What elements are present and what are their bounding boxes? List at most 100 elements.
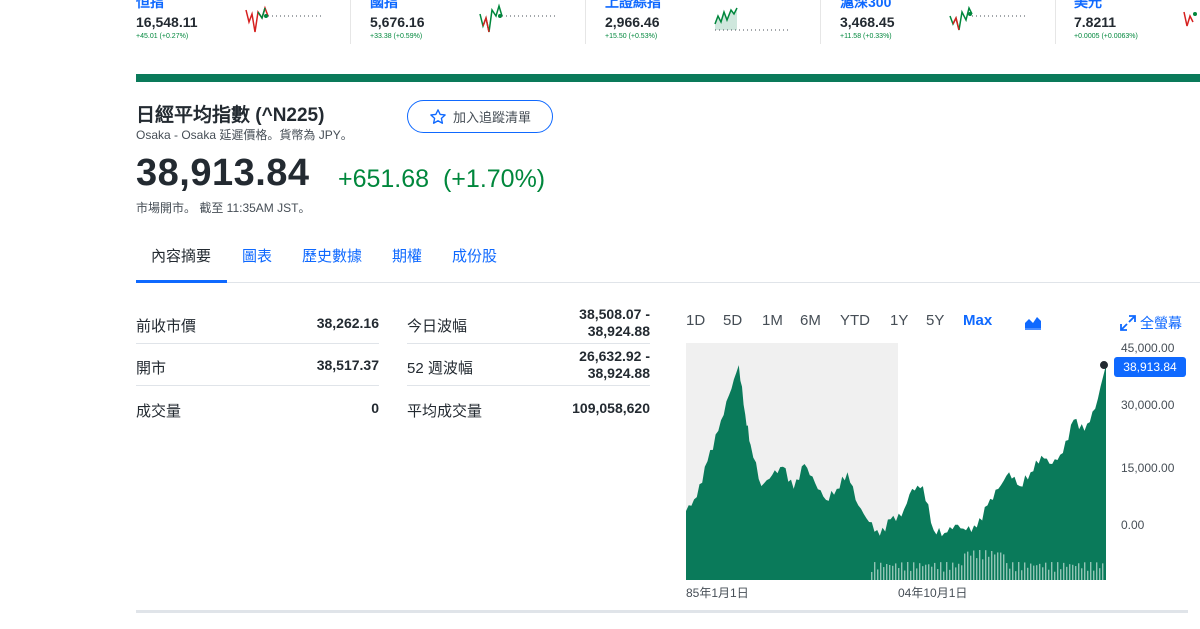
volume-bar [946,562,948,580]
range-6m[interactable]: 6M [800,312,821,329]
volume-bar [904,570,906,580]
volume-bar [1087,570,1089,580]
stat-row: 平均成交量 109,058,620 [407,386,650,428]
stat-value-line: 38,924.88 [587,365,650,381]
volume-bar [916,568,918,580]
volume-bar [889,565,891,580]
quote-subtitle: Osaka - Osaka 延遲價格。貨幣為 JPY。 [136,128,353,142]
stat-value-line: 26,632.92 - [579,348,650,364]
ticker-name[interactable]: 美元 [1074,0,1102,12]
volume-bar [1006,563,1008,580]
volume-bar [1075,566,1077,580]
tab-summary[interactable]: 內容摘要 [151,245,211,266]
volume-bar [907,562,909,580]
volume-bar [892,565,894,580]
volume-bar [1021,570,1023,580]
watchlist-label: 加入追蹤清單 [452,110,531,125]
ticker-separator [820,0,821,44]
volume-bar [1090,562,1092,580]
volume-bar [1072,564,1074,580]
ticker-sparkline [714,7,791,31]
stat-row: 前收市價 38,262.16 [136,302,379,344]
volume-bar [1096,562,1098,580]
volume-bar [871,572,873,580]
ticker-price: 3,468.45 [840,14,895,30]
ticker-csi300[interactable]: 滬深300 3,468.45 +11.58 (+0.33%) [840,0,1040,40]
range-1d[interactable]: 1D [686,312,705,329]
ticker-name[interactable]: 滬深300 [840,0,891,12]
ticker-price: 5,676.16 [370,14,425,30]
volume-bar [943,571,945,580]
volume-bar [1042,567,1044,580]
stat-row: 開市 38,517.37 [136,344,379,386]
ticker-sse[interactable]: 上證綜指 2,966.46 +15.50 (+0.53%) [605,0,805,40]
volume-bar [1051,562,1053,580]
chart-type-icon[interactable] [1024,314,1042,330]
stat-row: 52 週波幅 26,632.92 - 38,924.88 [407,344,650,386]
volume-bar [973,550,975,580]
volume-bar [898,568,900,580]
volume-bar [1039,563,1041,580]
volume-bar [982,559,984,580]
range-1m[interactable]: 1M [762,312,783,329]
range-max[interactable]: Max [963,312,992,329]
volume-bar [928,564,930,580]
stat-value: 26,632.92 - 38,924.88 [579,348,650,382]
fullscreen-button[interactable]: 全螢幕 [1120,313,1182,333]
range-5d[interactable]: 5D [723,312,742,329]
ticker-name[interactable]: 上證綜指 [605,0,661,12]
volume-bar [979,550,981,580]
ticker-hsi[interactable]: 恒指 16,548.11 +45.01 (+0.27%) [136,0,336,40]
stat-value: 38,517.37 [316,357,379,373]
ticker-price: 2,966.46 [605,14,660,30]
price-chart[interactable] [686,340,1110,582]
volume-bar [1078,563,1080,580]
volume-bar [1048,569,1050,580]
volume-bar [1027,567,1029,580]
stat-value: 38,262.16 [316,315,379,331]
volume-bar [976,558,978,580]
volume-bar [1060,569,1062,580]
volume-bar [1093,570,1095,580]
volume-bar [919,563,921,580]
star-icon [430,108,446,124]
ticker-price: 16,548.11 [136,14,198,30]
tab-historical-data[interactable]: 歷史數據 [302,245,362,266]
volume-bar [991,551,993,580]
volume-bar [988,556,990,580]
volume-bar [1057,562,1059,580]
add-to-watchlist-button[interactable]: 加入追蹤清單 [407,100,553,133]
tab-chart[interactable]: 圖表 [242,245,272,266]
ticker-separator [1055,0,1056,44]
volume-bar [940,562,942,580]
range-5y[interactable]: 5Y [926,312,944,329]
volume-bar [886,564,888,580]
tab-options[interactable]: 期權 [392,245,422,266]
range-1y[interactable]: 1Y [890,312,908,329]
volume-bar [1000,552,1002,580]
last-price-marker [1100,361,1108,370]
volume-bar [1012,562,1014,580]
volume-bar [1066,566,1068,580]
page-title: 日經平均指數 (^N225) [136,105,325,126]
ticker-hscei[interactable]: 國指 5,676.16 +33.38 (+0.59%) [370,0,570,40]
volume-bar [880,562,882,580]
stat-label: 52 週波幅 [407,360,473,377]
volume-bar [895,563,897,580]
volume-bar [1069,564,1071,580]
volume-bar [937,569,939,580]
stat-label: 前收市價 [136,318,197,335]
active-tab-indicator [136,280,227,283]
stat-value: 38,508.07 - 38,924.88 [579,306,650,340]
ticker-usd[interactable]: 美元 7.8211 +0.0005 (+0.0063%) [1074,0,1200,40]
stat-value-line: 38,924.88 [587,323,650,339]
stat-label: 成交量 [136,403,182,420]
volume-bar [1015,571,1017,580]
ticker-name[interactable]: 國指 [370,0,398,12]
volume-bar [913,562,915,580]
x-tick-label: 85年1月1日 [686,586,749,600]
tab-components[interactable]: 成份股 [452,245,497,266]
ticker-name[interactable]: 恒指 [136,0,164,12]
range-ytd[interactable]: YTD [840,312,870,329]
volume-bar [1081,568,1083,580]
